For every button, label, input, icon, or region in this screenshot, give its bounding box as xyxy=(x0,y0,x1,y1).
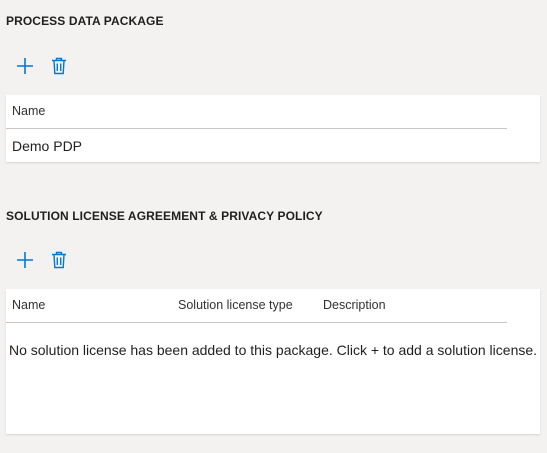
process-package-table: Name Demo PDP xyxy=(6,95,540,162)
table-row[interactable]: Demo PDP xyxy=(6,129,507,163)
add-process-package-button[interactable] xyxy=(14,55,36,77)
table-header-row: Name Solution license type Description xyxy=(6,289,507,323)
license-toolbar xyxy=(14,249,70,271)
column-header-license-type[interactable]: Solution license type xyxy=(178,298,293,312)
column-header-name[interactable]: Name xyxy=(12,104,45,118)
add-license-button[interactable] xyxy=(14,249,36,271)
trash-icon xyxy=(52,57,66,75)
plus-icon xyxy=(17,252,33,268)
column-header-description[interactable]: Description xyxy=(323,298,386,312)
empty-state-message: No solution license has been added to th… xyxy=(8,342,538,358)
package-name-cell: Demo PDP xyxy=(12,138,83,154)
delete-process-package-button[interactable] xyxy=(48,55,70,77)
trash-icon xyxy=(52,251,66,269)
delete-license-button[interactable] xyxy=(48,249,70,271)
plus-icon xyxy=(17,58,33,74)
solution-license-title: SOLUTION LICENSE AGREEMENT & PRIVACY POL… xyxy=(6,209,323,223)
table-header-row: Name xyxy=(6,95,507,129)
license-table: Name Solution license type Description N… xyxy=(6,289,540,434)
process-data-package-title: PROCESS DATA PACKAGE xyxy=(6,14,164,28)
process-toolbar xyxy=(14,55,70,77)
column-header-name[interactable]: Name xyxy=(12,298,45,312)
